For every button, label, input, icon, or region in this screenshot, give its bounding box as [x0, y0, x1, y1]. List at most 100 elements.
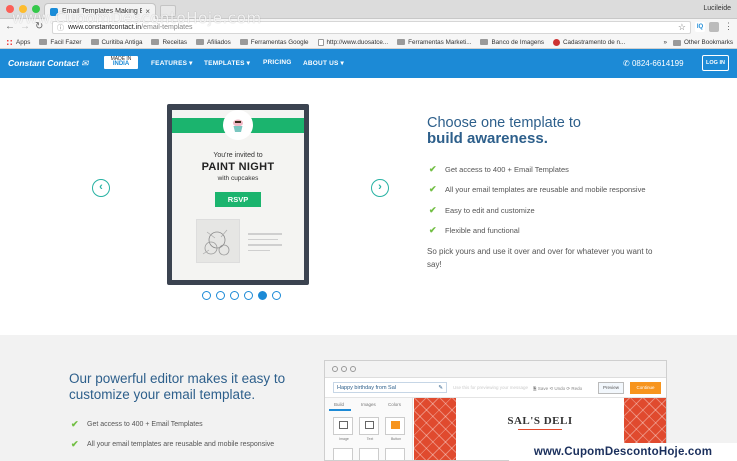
carousel-next-arrow-icon[interactable]: ›	[371, 179, 389, 197]
folder-icon	[673, 39, 681, 46]
tab-build: Build	[334, 402, 345, 407]
editor-window-bar	[325, 361, 666, 378]
template-invited-text: You're invited to	[213, 152, 263, 159]
carousel-dot[interactable]	[244, 291, 253, 300]
check-icon: ✔	[429, 205, 437, 215]
login-button[interactable]: LOG IN	[702, 55, 729, 71]
cupcake-icon	[233, 119, 243, 132]
folder-icon	[195, 39, 204, 45]
bookmark-folder[interactable]: Facil Fazer	[39, 39, 82, 46]
button-block-icon: Button	[385, 417, 405, 441]
footer-watermark: www.CupomDescontoHoje.com	[509, 443, 737, 461]
social-block-icon	[385, 448, 405, 460]
hero-feature-item: ✔ Get access to 400 + Email Templates	[429, 164, 569, 174]
divider-block-icon	[333, 448, 353, 460]
nav-features[interactable]: FEATURES ▾	[151, 59, 193, 67]
active-tab-indicator	[329, 409, 351, 411]
carousel-dot[interactable]	[272, 291, 281, 300]
bookmark-apps[interactable]: Apps	[6, 38, 30, 46]
folder-icon	[397, 39, 406, 45]
sketch-image	[196, 219, 240, 263]
hero-title-line1: Choose one template to	[427, 115, 581, 131]
nav-pricing[interactable]: PRICING	[263, 59, 292, 66]
hero-pick-text: So pick yours and use it over and over f…	[427, 247, 653, 269]
profile-name[interactable]: Lucileide	[703, 5, 731, 12]
carousel-dot[interactable]	[216, 291, 225, 300]
made-in-india-badge: MADE IN INDIA	[104, 56, 138, 69]
carousel-dot-active[interactable]	[258, 291, 267, 300]
overlay-watermark: www.CupomDescontoHoje.com	[12, 9, 262, 27]
editor-feature-item: ✔ All your email templates are reusable a…	[71, 439, 275, 449]
folder-icon	[39, 39, 48, 45]
window-dot-icon	[341, 366, 347, 372]
editor-section-title: Our powerful editor makes it easy to cus…	[69, 371, 286, 402]
folder-icon	[239, 39, 248, 45]
apps-grid-icon	[6, 38, 13, 46]
other-bookmarks[interactable]: » Other Bookmarks	[663, 39, 733, 46]
logo-mark-icon: ✉	[81, 58, 89, 68]
image-block-icon: Image	[333, 417, 353, 441]
bookmark-folder[interactable]: Receitas	[151, 39, 187, 46]
page: Email Templates Making Emai × Lucileide …	[0, 0, 737, 461]
phone-icon: ✆	[623, 59, 630, 68]
layout-block-icon	[359, 448, 379, 460]
check-icon: ✔	[429, 225, 437, 235]
window-dot-icon	[332, 366, 338, 372]
carousel-dot[interactable]	[202, 291, 211, 300]
iq-extension-icon[interactable]: IQ	[695, 22, 705, 32]
template-event-title: PAINT NIGHT	[201, 161, 275, 173]
nav-about-us[interactable]: ABOUT US ▾	[303, 59, 344, 67]
preview-text-placeholder: Use this for previewing your message	[453, 385, 529, 390]
bookmark-folder[interactable]: Curitiba Antiga	[90, 39, 142, 46]
site-icon	[553, 38, 560, 46]
bookmark-star-icon[interactable]: ☆	[678, 22, 686, 33]
bookmark-folder[interactable]: Ferramentas Google	[239, 39, 309, 46]
template-preview: You're invited to PAINT NIGHT with cupca…	[172, 110, 304, 280]
text-block-icon: Text	[359, 417, 379, 441]
chrome-menu-icon[interactable]: ⋮	[724, 21, 733, 32]
email-heading: SAL'S DELI	[507, 415, 573, 427]
flower-sketch-icon	[202, 229, 230, 256]
tab-colors: Colors	[388, 402, 402, 407]
check-icon: ✔	[71, 439, 79, 449]
hero-feature-item: ✔ Flexible and functional	[429, 225, 520, 235]
editor-tools: 🗎 Save ⟲ Undo ⟳ Redo	[533, 386, 583, 391]
carousel-indicators	[202, 291, 281, 300]
editor-feature-item: ✔ Get access to 400 + Email Templates	[71, 419, 203, 429]
bookmark-link[interactable]: Cadastramento de n...	[553, 38, 625, 46]
carousel-dot[interactable]	[230, 291, 239, 300]
email-subject-field: Happy birthday from Sal ✎	[333, 382, 447, 393]
bookmark-folder[interactable]: Afiliados	[195, 39, 231, 46]
more-bookmarks-icon[interactable]: »	[663, 39, 667, 46]
bookmark-folder[interactable]: Banco de Imagens	[480, 39, 544, 46]
constant-contact-logo[interactable]: Constant Contact ✉	[8, 58, 88, 69]
check-icon: ✔	[429, 184, 437, 194]
window-dot-icon	[350, 366, 356, 372]
editor-toolbar: Happy birthday from Sal ✎ Use this for pr…	[325, 378, 666, 398]
carousel-prev-arrow-icon[interactable]: ‹	[92, 179, 110, 197]
page-icon	[317, 38, 324, 46]
template-rsvp-button: RSVP	[215, 192, 261, 207]
check-icon: ✔	[429, 164, 437, 174]
site-header: Constant Contact ✉ MADE IN INDIA FEATURES…	[0, 49, 737, 78]
pencil-icon: ✎	[438, 385, 443, 391]
bookmarks-bar: Apps Facil Fazer Curitiba Antiga Receita…	[0, 36, 737, 49]
extension-icon[interactable]	[709, 22, 719, 32]
check-icon: ✔	[71, 419, 79, 429]
folder-icon	[480, 39, 489, 45]
folder-icon	[151, 39, 160, 45]
hero-title-line2: build awareness.	[427, 130, 548, 147]
heading-underline	[518, 429, 562, 430]
preview-button: Preview	[598, 382, 624, 394]
hero-feature-item: ✔ Easy to edit and customize	[429, 205, 535, 215]
hero-feature-item: ✔ All your email templates are reusable a…	[429, 184, 646, 194]
bookmark-link[interactable]: http://www.duosatce...	[317, 38, 388, 46]
folder-icon	[90, 39, 99, 45]
placeholder-text-lines	[248, 233, 282, 255]
bookmark-folder[interactable]: Ferramentas Marketi...	[397, 39, 471, 46]
template-preview-device[interactable]: You're invited to PAINT NIGHT with cupca…	[167, 104, 309, 285]
phone-number[interactable]: ✆ 0824-6614199	[623, 59, 684, 68]
template-subtitle: with cupcakes	[217, 175, 259, 182]
tab-images: Images	[361, 402, 376, 407]
nav-templates[interactable]: TEMPLATES ▾	[204, 59, 250, 67]
